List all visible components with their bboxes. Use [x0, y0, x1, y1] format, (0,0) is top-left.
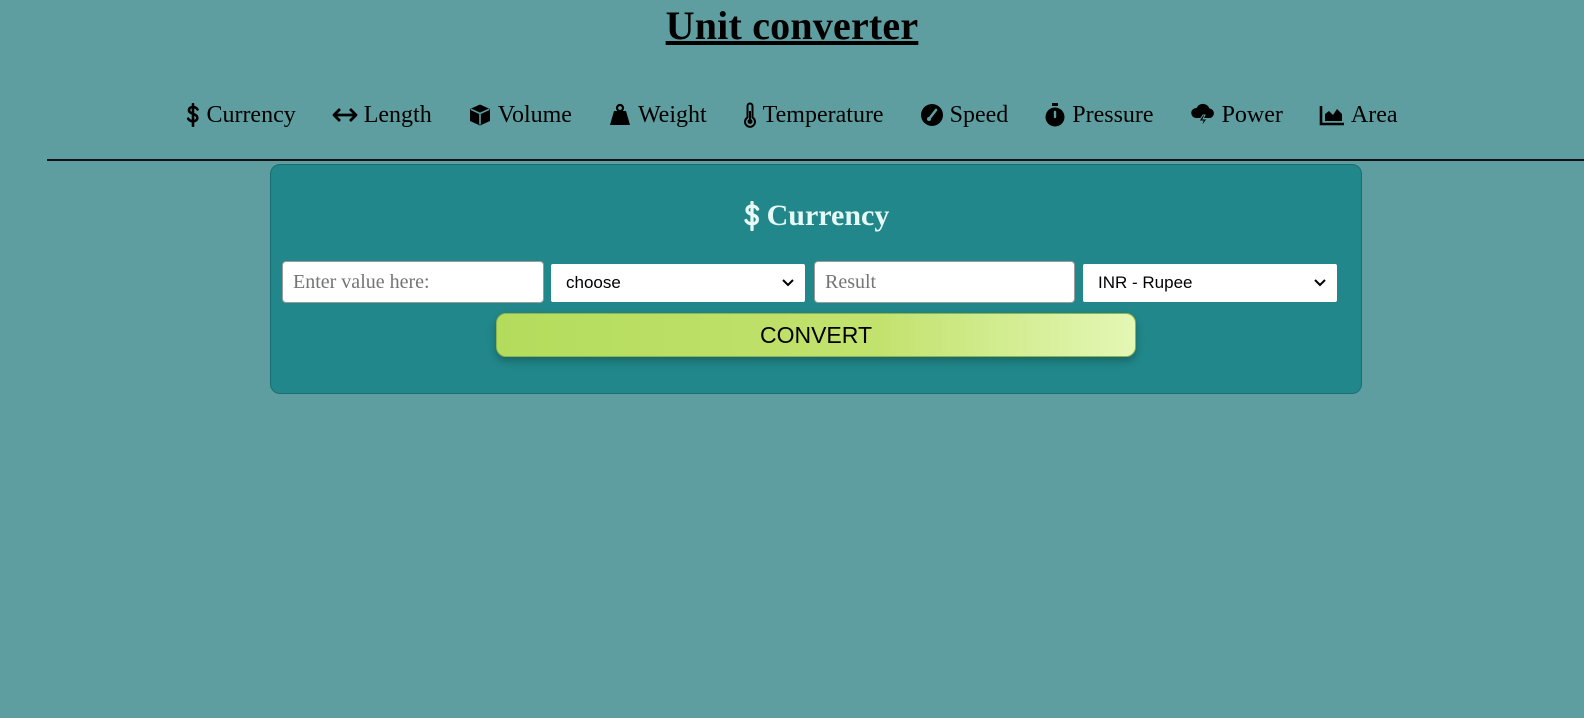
nav-item-label: Speed	[949, 101, 1009, 128]
area-chart-icon	[1319, 106, 1344, 126]
unit-category-nav: Currency Length Volume Weight Temperatur…	[0, 96, 1584, 134]
page-title: Unit converter	[665, 3, 919, 48]
gauge-icon	[920, 104, 943, 126]
nav-item-weight[interactable]: Weight	[608, 102, 707, 129]
nav-item-label: Power	[1221, 101, 1283, 128]
cube-icon	[469, 104, 490, 126]
convert-button-label: CONVERT	[759, 321, 873, 348]
cloud-bolt-icon	[1190, 103, 1214, 128]
converter-title: Currency	[271, 199, 1361, 233]
to-unit-selected: INR - Rupee	[1098, 273, 1193, 292]
converter-panel: Currency choose INR - Rupee CONVERT	[270, 164, 1362, 394]
dollar-icon	[187, 103, 200, 127]
nav-item-pressure[interactable]: Pressure	[1044, 101, 1154, 129]
nav-item-power[interactable]: Power	[1190, 102, 1283, 129]
from-unit-selected: choose	[566, 273, 621, 292]
chevron-down-icon	[782, 279, 794, 287]
nav-item-volume[interactable]: Volume	[468, 102, 572, 129]
nav-item-length[interactable]: Length	[332, 102, 432, 129]
nav-item-label: Weight	[637, 101, 707, 128]
chevron-down-icon	[1314, 279, 1326, 287]
value-input[interactable]	[282, 261, 544, 303]
nav-item-label: Length	[363, 101, 432, 128]
from-unit-select[interactable]: choose	[551, 264, 805, 302]
nav-item-area[interactable]: Area	[1319, 102, 1398, 129]
nav-item-currency[interactable]: Currency	[186, 101, 296, 129]
nav-item-temperature[interactable]: Temperature	[743, 102, 884, 129]
nav-item-label: Temperature	[762, 101, 884, 128]
nav-item-label: Volume	[497, 101, 572, 128]
weight-icon	[609, 103, 630, 125]
nav-item-label: Area	[1350, 101, 1398, 128]
nav-divider	[47, 159, 1584, 161]
arrows-horizontal-icon	[332, 108, 358, 122]
to-unit-select[interactable]: INR - Rupee	[1083, 264, 1337, 302]
dollar-icon	[743, 201, 759, 231]
thermometer-icon	[743, 102, 756, 128]
convert-button[interactable]: CONVERT	[496, 313, 1136, 357]
nav-item-speed[interactable]: Speed	[920, 101, 1009, 129]
stopwatch-icon	[1045, 103, 1065, 127]
nav-item-label: Currency	[206, 101, 296, 128]
page-header: Unit converter	[0, 0, 1584, 49]
nav-item-label: Pressure	[1072, 101, 1154, 128]
converter-title-label: Currency	[766, 199, 890, 232]
result-field[interactable]	[814, 261, 1075, 303]
